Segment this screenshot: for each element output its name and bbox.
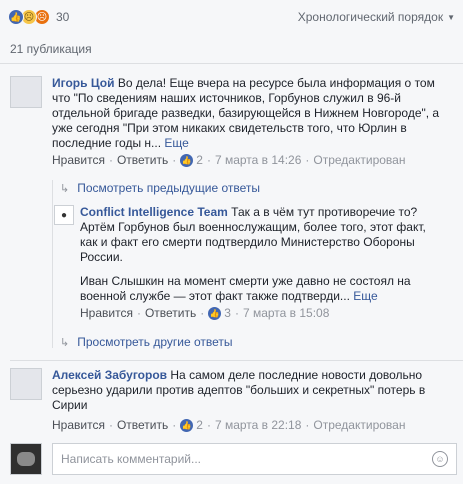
like-button[interactable]: Нравится <box>52 418 105 433</box>
like-count[interactable]: 2 <box>196 418 203 433</box>
like-badge-icon: 👍 <box>180 154 194 167</box>
show-more-link[interactable]: Еще <box>164 136 188 150</box>
separator-dot: · <box>172 418 177 432</box>
sort-order-dropdown[interactable]: Хронологический порядок ▼ <box>298 10 455 24</box>
comment-author[interactable]: Алексей Забугоров <box>52 368 167 382</box>
reply-thread-line <box>52 180 53 348</box>
comment-author[interactable]: Conflict Intelligence Team <box>80 205 228 219</box>
avatar[interactable] <box>10 76 42 108</box>
write-comment-row: Написать комментарий... ☺ <box>10 442 457 476</box>
avatar[interactable]: ● <box>54 205 74 225</box>
comment-actions: Нравится · Ответить · 👍 2 · 7 марта в 22… <box>52 418 443 433</box>
comment-text-block: Иван Слышкин на момент смерти уже давно … <box>80 274 445 304</box>
comment: Игорь Цой Во дела! Еще вчера на ресурсе … <box>10 76 455 176</box>
like-count[interactable]: 3 <box>224 306 231 321</box>
comment: Алексей Забугоров На самом деле последни… <box>10 368 455 434</box>
comment-actions: Нравится · Ответить · 👍 2 · 7 марта в 14… <box>52 153 447 168</box>
separator-dot: · <box>234 306 239 320</box>
comment-actions: Нравится · Ответить · 👍 3 · 7 марта в 15… <box>80 306 445 321</box>
view-previous-replies[interactable]: ↳ Посмотреть предыдущие ответы <box>60 181 260 195</box>
like-button[interactable]: Нравится <box>52 153 105 168</box>
reply-button[interactable]: Ответить <box>117 153 168 168</box>
reply-button[interactable]: Ответить <box>117 418 168 433</box>
publications-count: 21 публикация <box>0 34 463 64</box>
view-previous-replies-label: Посмотреть предыдущие ответы <box>77 181 261 195</box>
sort-order-label: Хронологический порядок <box>297 10 444 24</box>
separator-dot: · <box>108 418 113 432</box>
separator-dot: · <box>136 306 141 320</box>
like-count[interactable]: 2 <box>196 153 203 168</box>
comment-text-block: Игорь Цой Во дела! Еще вчера на ресурсе … <box>52 76 447 151</box>
comment-date[interactable]: 7 марта в 15:08 <box>243 306 329 321</box>
divider <box>10 360 463 361</box>
comment-author[interactable]: Игорь Цой <box>52 76 114 90</box>
like-badge-icon: 👍 <box>208 307 222 320</box>
edited-label[interactable]: Отредактирован <box>313 418 405 433</box>
reactions-bar: 👍 ☹ ☹ 30 Хронологический порядок ▼ <box>0 0 463 34</box>
reply-arrow-icon: ↳ <box>60 182 70 195</box>
separator-dot: · <box>305 418 310 432</box>
comment-date[interactable]: 7 марта в 22:18 <box>215 418 301 433</box>
chevron-down-icon: ▼ <box>447 12 455 22</box>
separator-dot: · <box>108 153 113 167</box>
separator-dot: · <box>172 153 177 167</box>
view-other-replies[interactable]: ↳ Просмотреть другие ответы <box>60 335 233 349</box>
avatar[interactable] <box>10 443 42 475</box>
separator-dot: · <box>200 306 205 320</box>
comment-text-block: Алексей Забугоров На самом деле последни… <box>52 368 443 413</box>
separator-dot: · <box>206 153 211 167</box>
reply-arrow-icon: ↳ <box>60 336 70 349</box>
like-badge-icon: 👍 <box>180 419 194 432</box>
comment-input[interactable]: Написать комментарий... ☺ <box>52 443 457 475</box>
comment-text-block: Conflict Intelligence Team Так а в чём т… <box>80 205 445 265</box>
reply-button[interactable]: Ответить <box>145 306 196 321</box>
emoji-icon[interactable]: ☺ <box>432 451 448 467</box>
view-other-replies-label: Просмотреть другие ответы <box>77 335 233 349</box>
like-button[interactable]: Нравится <box>80 306 133 321</box>
reactions-summary[interactable]: 👍 ☹ ☹ 30 <box>8 9 69 25</box>
like-icon: 👍 <box>8 9 24 25</box>
show-more-link[interactable]: Еще <box>353 289 377 303</box>
reactions-count: 30 <box>56 10 70 24</box>
reply-comment: ● Conflict Intelligence Team Так а в чём… <box>54 205 455 333</box>
separator-dot: · <box>305 153 310 167</box>
comment-input-placeholder: Написать комментарий... <box>61 452 202 466</box>
comment-date[interactable]: 7 марта в 14:26 <box>215 153 301 168</box>
separator-dot: · <box>206 418 211 432</box>
avatar[interactable] <box>10 368 42 400</box>
edited-label[interactable]: Отредактирован <box>313 153 405 168</box>
